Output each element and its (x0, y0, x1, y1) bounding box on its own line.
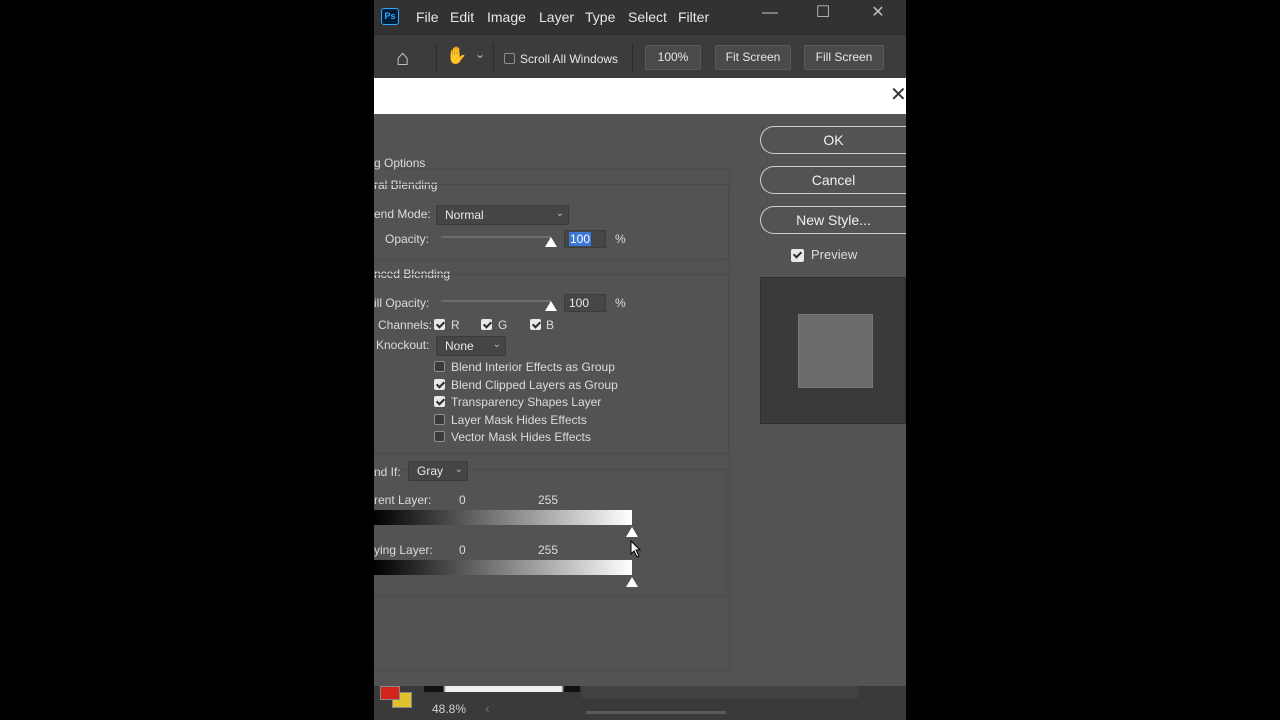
style-preview-thumbnail (760, 277, 906, 424)
this-layer-white-handle[interactable] (626, 527, 638, 537)
maximize-icon[interactable]: ☐ (813, 4, 833, 24)
home-icon[interactable]: ⌂ (396, 45, 409, 71)
ok-button[interactable]: OK (760, 126, 906, 154)
menu-type[interactable]: Type (585, 9, 615, 25)
blend-if-group (374, 469, 727, 597)
photoshop-logo-icon: Ps (381, 8, 399, 25)
this-layer-high-value: 255 (538, 493, 559, 507)
preview-swatch (798, 314, 873, 388)
opacity-value: 100 (569, 232, 592, 246)
knockout-dropdown[interactable]: None ⌄ (436, 336, 506, 356)
underlying-layer-white-handle[interactable] (626, 577, 638, 587)
fill-opacity-unit: % (615, 296, 626, 310)
knockout-label: Knockout: (376, 338, 430, 352)
channel-g-checkbox[interactable] (481, 319, 492, 330)
close-window-icon[interactable]: ✕ (868, 4, 888, 24)
channel-g-label: G (498, 318, 508, 332)
fill-opacity-input[interactable]: 100 (564, 294, 606, 312)
underlying-layer-label: ying Layer: (374, 543, 433, 557)
fill-opacity-label: ill Opacity: (374, 296, 430, 310)
transparency-shapes-label: Transparency Shapes Layer (451, 395, 602, 409)
channels-label: Channels: (378, 318, 433, 332)
zoom-100-button[interactable]: 100% (645, 45, 701, 70)
menu-layer[interactable]: Layer (539, 9, 574, 25)
blend-mode-label: end Mode: (374, 207, 431, 221)
blend-interior-effects-label: Blend Interior Effects as Group (451, 360, 615, 374)
channel-b-label: B (546, 318, 555, 332)
scroll-all-windows-checkbox[interactable] (504, 53, 515, 64)
underlying-layer-low-value: 0 (459, 543, 466, 557)
blending-options-title: g Options (374, 156, 426, 170)
this-layer-gradient-bar[interactable] (374, 510, 632, 525)
preview-checkbox[interactable] (791, 249, 804, 262)
photoshop-window: Ps File Edit Image Layer Type Select Fil… (374, 0, 906, 720)
minimize-icon[interactable]: — (760, 4, 780, 24)
vector-mask-hides-checkbox[interactable] (434, 431, 445, 442)
channel-r-label: R (451, 318, 460, 332)
layer-style-dialog: g Options ral Blending end Mode: Normal … (374, 114, 906, 686)
layers-panel-footer (582, 686, 858, 698)
opacity-slider[interactable] (441, 236, 551, 238)
knockout-value: None (445, 339, 474, 353)
blend-if-label: nd If: (374, 465, 401, 479)
underlying-layer-high-value: 255 (538, 543, 559, 557)
horizontal-scrollbar[interactable] (586, 711, 726, 714)
opacity-input[interactable]: 100 (564, 230, 606, 248)
menu-edit[interactable]: Edit (450, 9, 474, 25)
blend-if-dropdown[interactable]: Gray ⌄ (408, 461, 468, 481)
blend-clipped-layers-label: Blend Clipped Layers as Group (451, 378, 618, 392)
menu-bar: Ps File Edit Image Layer Type Select Fil… (374, 0, 906, 34)
vector-mask-hides-label: Vector Mask Hides Effects (451, 430, 591, 444)
fill-screen-button[interactable]: Fill Screen (804, 45, 884, 70)
transparency-shapes-checkbox[interactable] (434, 396, 445, 407)
channel-b-checkbox[interactable] (530, 319, 541, 330)
menu-file[interactable]: File (416, 9, 439, 25)
options-divider (436, 43, 437, 71)
options-bar: ⌂ ✋ ⌄ Scroll All Windows 100% Fit Screen… (374, 34, 906, 78)
fill-opacity-slider-handle[interactable] (545, 301, 557, 311)
chevron-down-icon[interactable]: ⌄ (475, 47, 485, 61)
fill-opacity-slider[interactable] (441, 300, 551, 302)
options-divider (493, 43, 494, 71)
opacity-slider-handle[interactable] (545, 237, 557, 247)
layer-style-dialog-titlebar: ✕ (374, 78, 906, 114)
blend-mode-dropdown[interactable]: Normal ⌄ (436, 205, 569, 225)
dialog-close-icon[interactable]: ✕ (890, 85, 906, 106)
opacity-unit: % (615, 232, 626, 246)
this-layer-label: rent Layer: (374, 493, 432, 507)
status-bar: 48.8% ‹ (374, 686, 906, 720)
this-layer-low-value: 0 (459, 493, 466, 507)
channel-r-checkbox[interactable] (434, 319, 445, 330)
opacity-label: Opacity: (385, 232, 430, 246)
menu-image[interactable]: Image (487, 9, 526, 25)
chevron-down-icon: ⌄ (492, 339, 501, 350)
underlying-layer-gradient-bar[interactable] (374, 560, 632, 575)
canvas-strip (424, 686, 580, 692)
blend-clipped-layers-checkbox[interactable] (434, 379, 445, 390)
cancel-button[interactable]: Cancel (760, 166, 906, 194)
scroll-left-icon[interactable]: ‹ (485, 700, 490, 716)
zoom-readout: 48.8% (432, 702, 467, 716)
scroll-all-windows-label: Scroll All Windows (520, 52, 619, 66)
chevron-down-icon: ⌄ (555, 208, 564, 219)
layer-mask-hides-checkbox[interactable] (434, 414, 445, 425)
new-style-button[interactable]: New Style... (760, 206, 906, 234)
menu-filter[interactable]: Filter (678, 9, 709, 25)
layer-mask-hides-label: Layer Mask Hides Effects (451, 413, 587, 427)
blend-mode-value: Normal (445, 208, 484, 222)
menu-select[interactable]: Select (628, 9, 667, 25)
options-divider (632, 43, 633, 71)
chevron-down-icon: ⌄ (454, 464, 463, 475)
preview-label: Preview (811, 247, 858, 262)
blend-interior-effects-checkbox[interactable] (434, 361, 445, 372)
hand-tool-icon[interactable]: ✋ (446, 46, 467, 66)
blend-if-value: Gray (417, 464, 444, 478)
fit-screen-button[interactable]: Fit Screen (715, 45, 791, 70)
foreground-color-swatch[interactable] (380, 686, 400, 700)
mouse-cursor-icon (630, 540, 642, 558)
